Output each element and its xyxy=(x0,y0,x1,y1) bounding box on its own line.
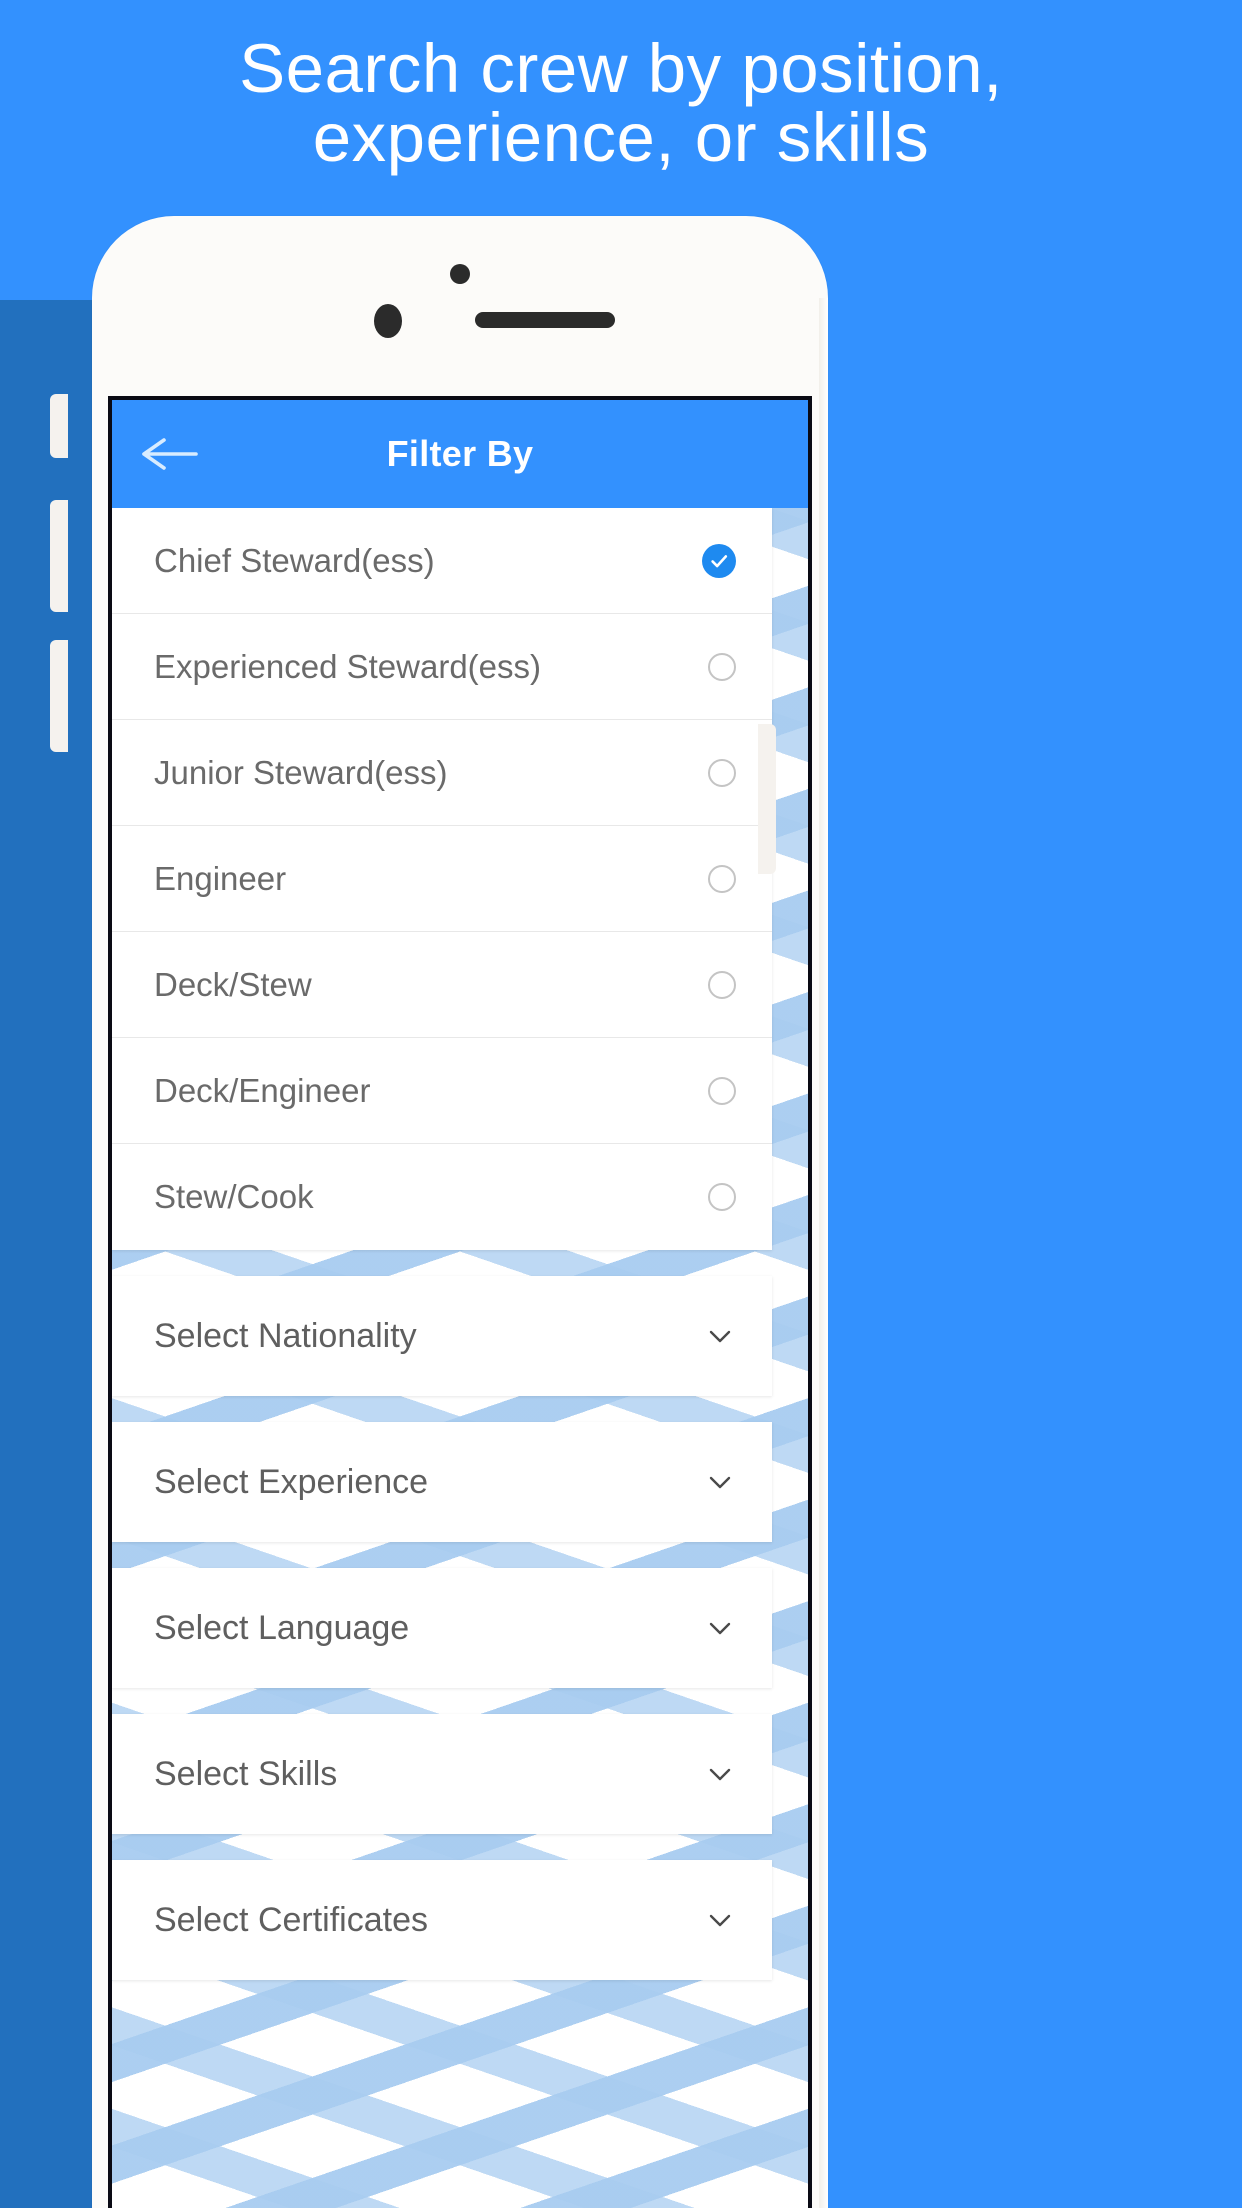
table-row[interactable]: Experienced Steward(ess) xyxy=(112,614,772,720)
phone-device: Filter By Chief Steward(ess) Experienced… xyxy=(92,216,828,2208)
table-row[interactable]: Deck/Stew xyxy=(112,932,772,1038)
table-row[interactable]: Junior Steward(ess) xyxy=(112,720,772,826)
earpiece-speaker-icon xyxy=(475,312,615,328)
position-label: Deck/Stew xyxy=(154,965,312,1003)
volume-up-button[interactable] xyxy=(50,500,68,612)
chevron-down-icon[interactable] xyxy=(704,1904,736,1936)
check-circle-icon[interactable] xyxy=(702,543,736,578)
radio-empty-icon[interactable] xyxy=(708,1183,736,1211)
dropdown-select-experience[interactable]: Select Experience xyxy=(112,1422,772,1542)
radio-empty-icon[interactable] xyxy=(708,970,736,999)
chevron-down-icon[interactable] xyxy=(704,1320,736,1352)
chevron-down-icon[interactable] xyxy=(704,1758,736,1790)
radio-empty-icon[interactable] xyxy=(708,758,736,787)
front-camera-icon xyxy=(450,264,470,284)
dropdown-label: Select Experience xyxy=(154,1462,429,1501)
chevron-down-icon[interactable] xyxy=(704,1612,736,1644)
power-button[interactable] xyxy=(758,724,776,874)
promo-headline: Search crew by position, experience, or … xyxy=(239,30,1003,176)
table-row[interactable]: Chief Steward(ess) xyxy=(112,508,772,614)
phone-screen: Filter By Chief Steward(ess) Experienced… xyxy=(108,396,812,2208)
radio-empty-icon[interactable] xyxy=(708,652,736,681)
position-label: Deck/Engineer xyxy=(154,1071,371,1109)
position-label: Chief Steward(ess) xyxy=(154,541,435,579)
position-label: Junior Steward(ess) xyxy=(154,753,448,791)
dropdown-label: Select Language xyxy=(154,1608,410,1647)
app-header: Filter By xyxy=(112,400,808,508)
dropdown-label: Select Nationality xyxy=(154,1316,417,1355)
mute-switch[interactable] xyxy=(50,394,68,458)
table-row[interactable]: Engineer xyxy=(112,826,772,932)
dropdown-select-nationality[interactable]: Select Nationality xyxy=(112,1276,772,1396)
volume-down-button[interactable] xyxy=(50,640,68,752)
table-row[interactable]: Stew/Cook xyxy=(112,1144,772,1250)
dropdown-label: Select Skills xyxy=(154,1754,338,1793)
chevron-down-icon[interactable] xyxy=(704,1466,736,1498)
dropdown-label: Select Certificates xyxy=(154,1900,428,1939)
proximity-sensor-icon xyxy=(374,304,402,338)
dropdown-select-skills[interactable]: Select Skills xyxy=(112,1714,772,1834)
position-label: Experienced Steward(ess) xyxy=(154,647,542,685)
position-list: Chief Steward(ess) Experienced Steward(e… xyxy=(112,508,772,1250)
promo-screenshot: Search crew by position, experience, or … xyxy=(0,0,1242,2208)
radio-empty-icon[interactable] xyxy=(708,864,736,893)
table-row[interactable]: Deck/Engineer xyxy=(112,1038,772,1144)
radio-empty-icon[interactable] xyxy=(708,1076,736,1105)
page-title: Filter By xyxy=(386,433,534,474)
filter-content[interactable]: Chief Steward(ess) Experienced Steward(e… xyxy=(112,508,808,2208)
position-label: Stew/Cook xyxy=(154,1178,314,1215)
dropdown-select-language[interactable]: Select Language xyxy=(112,1568,772,1688)
position-label: Engineer xyxy=(154,859,287,897)
dropdown-select-certificates[interactable]: Select Certificates xyxy=(112,1860,772,1980)
